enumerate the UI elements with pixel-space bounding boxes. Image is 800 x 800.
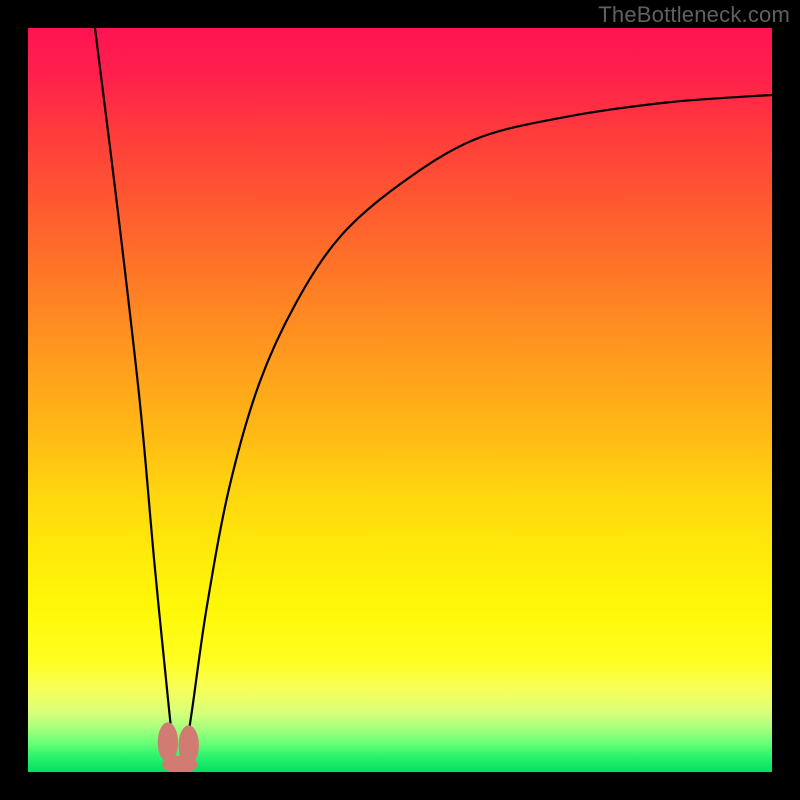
bottleneck-curve [95, 28, 772, 772]
curve-layer [28, 28, 772, 772]
chart-frame: TheBottleneck.com [0, 0, 800, 800]
left-bean-marker [158, 723, 177, 762]
watermark-text: TheBottleneck.com [598, 2, 790, 28]
plot-area [28, 28, 772, 772]
bottom-bean-marker [163, 756, 197, 772]
